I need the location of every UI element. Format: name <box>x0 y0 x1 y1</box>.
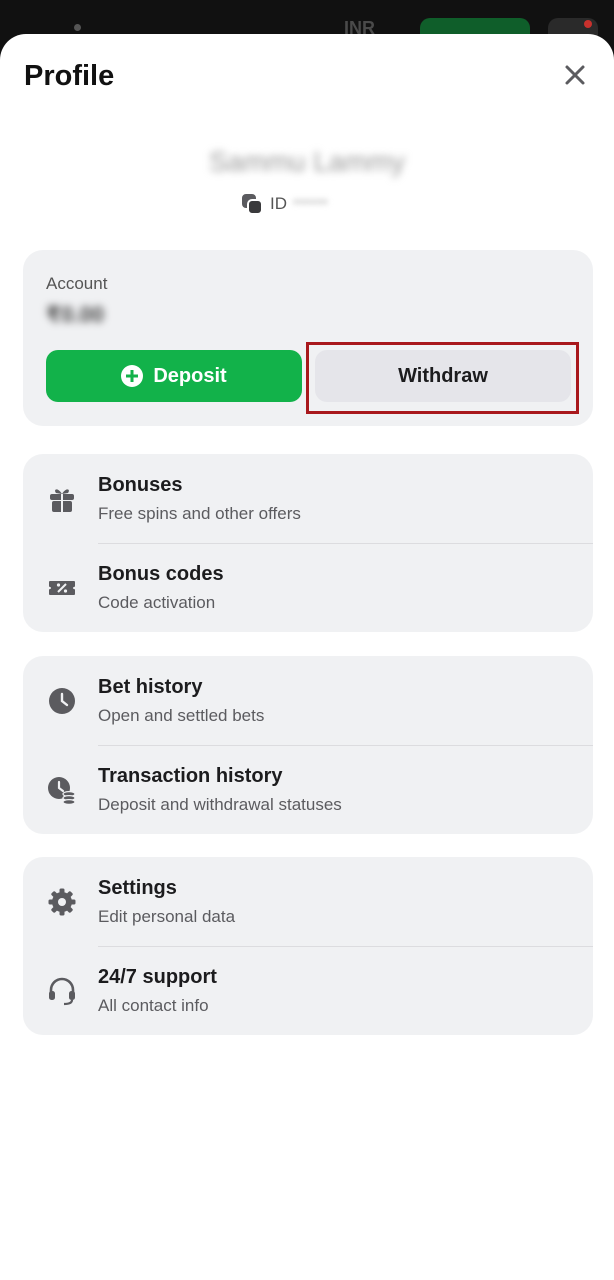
plus-circle-icon <box>121 365 144 387</box>
menu-item-support[interactable]: 24/7 support All contact info <box>23 946 593 1035</box>
headset-icon <box>49 977 75 1006</box>
profile-sheet: Profile Sammu Lammy ID ****** Account ₹0… <box>0 34 614 1280</box>
account-label: Account <box>46 274 108 293</box>
notification-dot <box>584 20 592 28</box>
menu-item-title: Bonus codes <box>98 563 224 585</box>
clock-icon <box>49 688 75 714</box>
menu-item-subtitle: Deposit and withdrawal statuses <box>98 795 342 814</box>
menu-item-subtitle: Open and settled bets <box>98 706 265 725</box>
gift-icon <box>50 489 74 512</box>
page-title: Profile <box>24 60 115 92</box>
menu-item-bonuses[interactable]: Bonuses Free spins and other offers <box>23 454 593 543</box>
background-dot <box>74 24 81 31</box>
user-id-value: ****** <box>293 195 329 213</box>
settings-menu-card: Settings Edit personal data 24/7 support… <box>23 857 593 1035</box>
menu-item-transaction-history[interactable]: Transaction history Deposit and withdraw… <box>23 745 593 834</box>
user-id-label: ID <box>270 194 287 213</box>
menu-item-bet-history[interactable]: Bet history Open and settled bets <box>23 656 593 745</box>
gear-icon <box>48 888 76 916</box>
close-icon[interactable] <box>562 62 588 88</box>
copy-icon[interactable] <box>240 192 264 216</box>
coupon-icon <box>49 581 75 595</box>
history-menu-card: Bet history Open and settled bets Transa… <box>23 656 593 834</box>
withdraw-label: Withdraw <box>398 364 488 387</box>
menu-item-subtitle: Code activation <box>98 593 216 612</box>
menu-item-title: Transaction history <box>98 765 283 787</box>
menu-item-subtitle: All contact info <box>98 996 209 1015</box>
menu-item-title: 24/7 support <box>98 966 217 988</box>
menu-item-title: Bonuses <box>98 474 183 496</box>
account-balance: ₹0.00 <box>46 302 105 327</box>
user-name: Sammu Lammy <box>208 146 406 177</box>
menu-item-title: Bet history <box>98 676 203 698</box>
menu-item-bonus-codes[interactable]: Bonus codes Code activation <box>23 543 593 632</box>
clock-coins-icon <box>48 777 76 805</box>
bonus-menu-card: Bonuses Free spins and other offers Bonu… <box>23 454 593 632</box>
deposit-label: Deposit <box>153 364 227 387</box>
user-id-row[interactable]: ID ****** <box>240 192 328 216</box>
menu-item-settings[interactable]: Settings Edit personal data <box>23 857 593 946</box>
account-card: Account ₹0.00 Deposit Withdraw <box>23 250 593 426</box>
menu-item-subtitle: Edit personal data <box>98 907 236 926</box>
withdraw-button[interactable]: Withdraw <box>315 350 571 402</box>
deposit-button[interactable]: Deposit <box>46 350 302 402</box>
menu-item-subtitle: Free spins and other offers <box>98 504 301 523</box>
menu-item-title: Settings <box>98 877 177 899</box>
